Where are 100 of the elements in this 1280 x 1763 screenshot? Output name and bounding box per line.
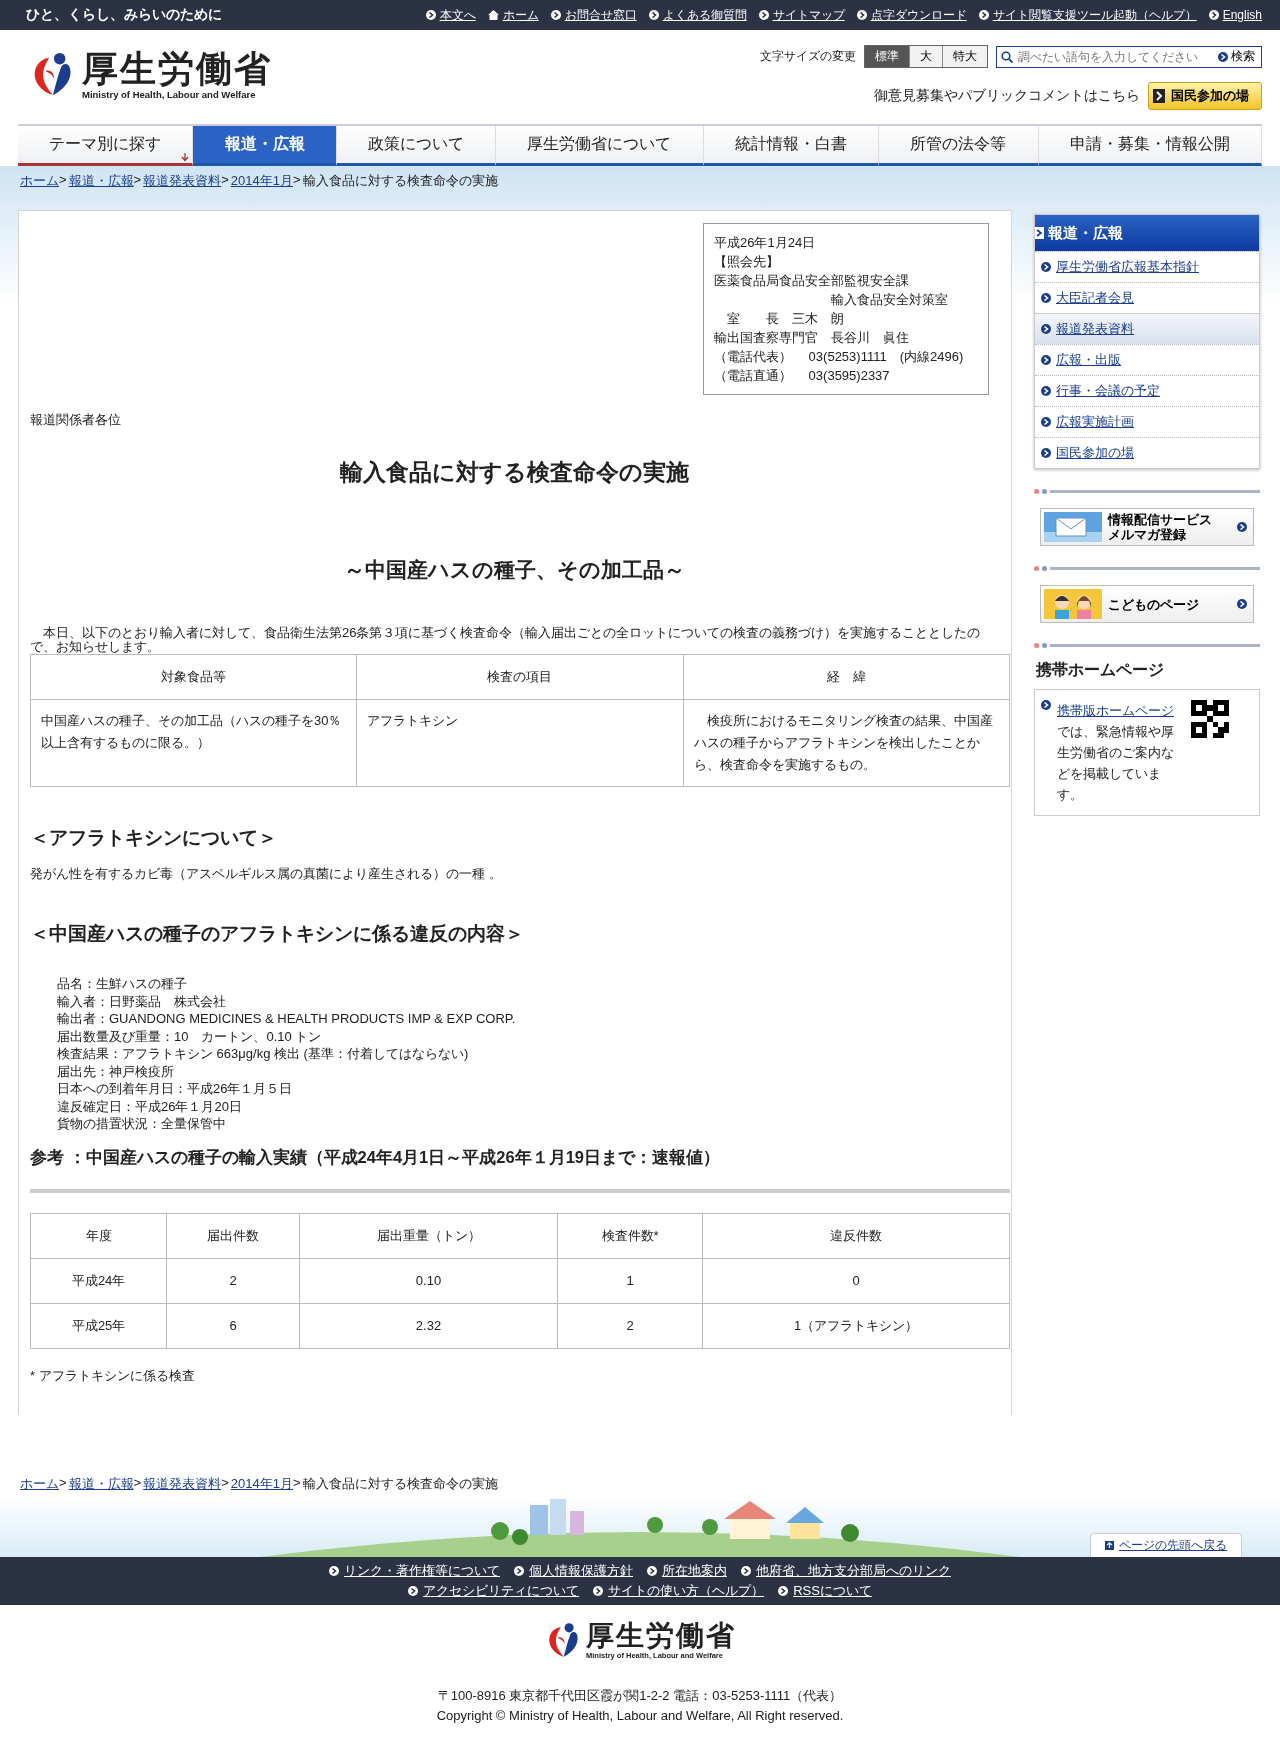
column-header: 違反件数 xyxy=(702,1213,1010,1258)
arrow-bullet-icon xyxy=(856,10,867,20)
participation-text: 御意見募集やパブリックコメントはこちら xyxy=(874,87,1140,105)
font-size-button[interactable]: 大 xyxy=(909,46,942,67)
participation-button[interactable]: 国民参加の場 xyxy=(1148,82,1262,110)
mobile-site-link[interactable]: 携帯版ホームページ xyxy=(1057,703,1174,718)
arrow-bullet-icon xyxy=(741,1565,751,1576)
column-header: 対象食品等 xyxy=(30,654,357,700)
nav-tab[interactable]: 統計情報・白書 xyxy=(703,126,880,166)
table-cell: 2 xyxy=(557,1303,703,1348)
column-header: 届出件数 xyxy=(166,1213,300,1258)
arrow-bullet-icon xyxy=(425,10,436,20)
arrow-bullet-icon xyxy=(778,1585,789,1596)
violation-detail: 違反確定日：平成26年１月20日 xyxy=(57,1097,243,1115)
sidebar-item[interactable]: 広報・出版 xyxy=(1035,344,1259,375)
page-subtitle: ～中国産ハスの種子、その加工品～ xyxy=(343,557,686,583)
back-to-top-link[interactable]: ページの先頭へ戻る xyxy=(1090,1532,1242,1557)
top-link[interactable]: ホーム xyxy=(502,6,539,24)
violation-detail: 貨物の措置状況：全量保管中 xyxy=(57,1115,227,1133)
arrow-bullet-icon xyxy=(1041,448,1051,458)
arrow-bullet-icon xyxy=(1041,262,1051,272)
breadcrumb-separator: > xyxy=(292,172,301,189)
sidebar-heading: 報道・広報 xyxy=(1035,215,1259,251)
arrow-bullet-icon xyxy=(1041,355,1051,365)
top-link[interactable]: お問合せ窓口 xyxy=(564,6,637,24)
arrow-bullet-icon xyxy=(514,1565,524,1576)
breadcrumb-link[interactable]: 報道・広報 xyxy=(68,1474,134,1493)
breadcrumb-separator: > xyxy=(133,1474,142,1492)
font-size-button[interactable]: 標準 xyxy=(865,46,909,67)
breadcrumb-separator: > xyxy=(221,1474,229,1492)
breadcrumb-separator: > xyxy=(221,172,229,189)
nav-tab[interactable]: テーマ別に探す xyxy=(18,126,194,166)
breadcrumb-link[interactable]: ホーム xyxy=(20,1474,59,1493)
tagline: ひと、くらし、みらいのために xyxy=(26,6,222,24)
kids-page-banner[interactable]: こどものページ xyxy=(1040,585,1254,623)
section-heading: ＜中国産ハスの種子のアフラトキシンに係る違反の内容＞ xyxy=(30,922,525,946)
nav-tab[interactable]: 所管の法令等 xyxy=(879,126,1039,166)
breadcrumb-link[interactable]: 2014年1月 xyxy=(230,1474,293,1493)
arrow-bullet-icon xyxy=(1041,293,1051,303)
nav-tab[interactable]: 厚生労働省について xyxy=(496,126,704,166)
contact-info: 平成26年1月24日 【照会先】 医薬食品局食品安全部監視安全課 輸入食品安全対策室 室 長 三木 朗 輸出国査察専門官 長谷川 眞住 （電話代表） 03(5253)1111 (内線2496) （電話直通） 03(3595)2337 xyxy=(703,223,989,395)
mobile-heading: 携帯ホームページ xyxy=(1036,660,1165,680)
qr-code-icon xyxy=(1191,700,1229,738)
breadcrumb-link[interactable]: 報道発表資料 xyxy=(143,1474,222,1493)
table-cell: 2 xyxy=(166,1258,300,1303)
table-cell: アフラトキシン xyxy=(356,699,684,787)
top-link[interactable]: サイトマップ xyxy=(772,6,845,24)
table-cell: 0 xyxy=(702,1258,1010,1303)
breadcrumb-link[interactable]: 報道・広報 xyxy=(68,172,134,190)
table-cell: 1 xyxy=(557,1258,703,1303)
table-cell: 2.32 xyxy=(299,1303,558,1348)
sidebar-item[interactable]: 国民参加の場 xyxy=(1035,437,1259,468)
violation-detail: 輸出者：GUANDONG MEDICINES & HEALTH PRODUCTS IMP & EXP CORP. xyxy=(57,1010,517,1028)
nav-tab[interactable]: 政策について xyxy=(336,126,497,166)
breadcrumb-current: 輸入食品に対する検査命令の実施 xyxy=(302,1474,498,1493)
top-link[interactable]: 点字ダウンロード xyxy=(870,6,967,24)
search-field[interactable]: 調べたい語句を入力してください 検索 xyxy=(996,45,1262,68)
down-arrow-icon xyxy=(180,152,191,162)
nav-tab[interactable]: 申請・募集・情報公開 xyxy=(1038,126,1262,166)
logo-subtitle: Ministry of Health, Labour and Welfare xyxy=(82,88,257,100)
up-arrow-icon xyxy=(1105,1540,1114,1550)
arrow-bullet-icon xyxy=(329,1565,339,1576)
breadcrumb-separator: > xyxy=(59,172,67,189)
page-title: 輸入食品に対する検査命令の実施 xyxy=(339,458,690,487)
top-link[interactable]: 本文へ xyxy=(439,6,476,24)
logo-name: 厚生労働省 xyxy=(586,1620,736,1651)
table-cell: 1（アフラトキシン） xyxy=(702,1303,1010,1348)
sidebar-item[interactable]: 行事・会議の予定 xyxy=(1035,375,1259,406)
table-cell: 中国産ハスの種子、その加工品（ハスの種子を30％以上含有するものに限る。） xyxy=(30,699,357,787)
footer-link[interactable]: アクセシビリティについて xyxy=(423,1580,580,1601)
arrow-bullet-icon xyxy=(648,10,659,20)
breadcrumb-separator: > xyxy=(59,1474,67,1492)
breadcrumb-link[interactable]: 2014年1月 xyxy=(230,172,293,190)
arrow-bullet-icon xyxy=(1237,522,1247,532)
footer-link[interactable]: 所在地案内 xyxy=(662,1560,727,1581)
violation-detail: 届出数量及び重量：10 カートン、0.10 トン xyxy=(57,1027,323,1045)
newsletter-banner[interactable]: 情報配信サービス メルマガ登録 xyxy=(1040,508,1254,546)
sidebar-item[interactable]: 広報実施計画 xyxy=(1035,406,1259,437)
footer-link[interactable]: リンク・著作権等について xyxy=(344,1560,500,1581)
arrow-bullet-icon xyxy=(1237,599,1247,609)
font-size-button[interactable]: 特大 xyxy=(942,46,987,67)
breadcrumb-link[interactable]: ホーム xyxy=(20,172,59,190)
footer-link[interactable]: サイトの使い方（ヘルプ） xyxy=(608,1580,765,1601)
font-size-label: 文字サイズの変更 xyxy=(760,48,856,65)
arrow-bullet-icon xyxy=(408,1585,419,1596)
top-link[interactable]: よくある御質問 xyxy=(662,6,747,24)
footer-link[interactable]: 個人情報保護方針 xyxy=(529,1560,633,1581)
violation-detail: 検査結果：アフラトキシン 663μg/kg 検出 (基準：付着してはならない) xyxy=(57,1045,470,1063)
table-cell: 0.10 xyxy=(299,1258,558,1303)
sidebar-item[interactable]: 厚生労働省広報基本指針 xyxy=(1035,251,1259,282)
arrow-icon xyxy=(1153,89,1165,103)
top-link[interactable]: English xyxy=(1222,8,1262,22)
top-link[interactable]: サイト閲覧支援ツール起動（ヘルプ） xyxy=(992,6,1197,24)
breadcrumb-link[interactable]: 報道発表資料 xyxy=(143,172,222,190)
sidebar-item[interactable]: 報道発表資料 xyxy=(1035,313,1259,344)
mobile-description: 携帯版ホームページ では、緊急情報や厚生労働省のご案内などを掲載しています。 xyxy=(1057,702,1175,804)
nav-tab[interactable]: 報道・広報 xyxy=(193,126,337,166)
footer-link[interactable]: 他府省、地方支分部局へのリンク xyxy=(756,1560,951,1581)
addressee: 報道関係者各位 xyxy=(30,411,122,429)
footer-link[interactable]: RSSについて xyxy=(793,1580,872,1601)
